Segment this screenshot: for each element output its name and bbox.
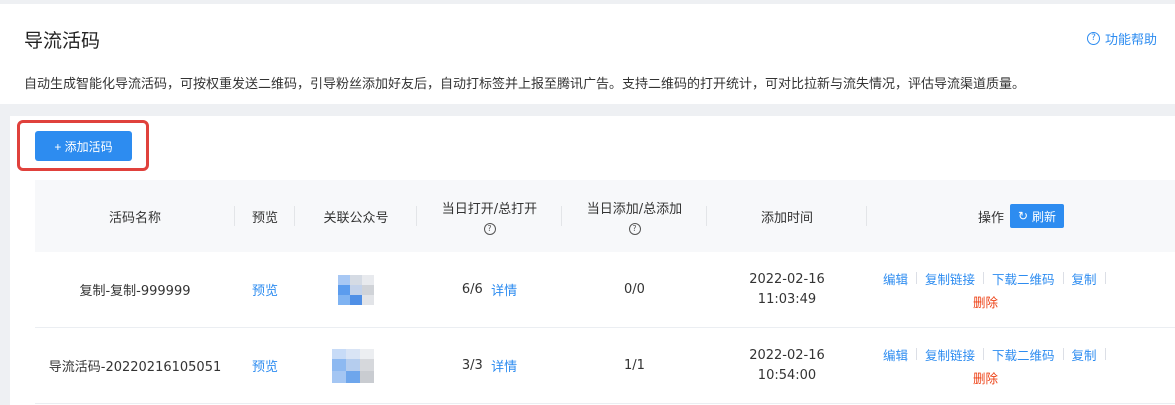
column-header-time: 添加时间 (707, 180, 867, 252)
adds-cell: 1/1 (624, 358, 645, 373)
detail-link[interactable]: 详情 (491, 280, 517, 299)
edit-link[interactable]: 编辑 (875, 345, 916, 364)
column-header-preview: 预览 (235, 180, 295, 252)
download-qr-link[interactable]: 下载二维码 (984, 345, 1063, 364)
code-name: 复制-复制-999999 (79, 284, 191, 299)
delete-link[interactable]: 删除 (973, 368, 998, 387)
download-qr-link[interactable]: 下载二维码 (984, 269, 1063, 288)
help-link[interactable]: ? 功能帮助 (1086, 29, 1157, 48)
delete-link[interactable]: 删除 (973, 292, 998, 311)
column-header-adds: 当日添加/总添加? (562, 180, 707, 252)
main-card: + 添加活码 活码名称 预览 关联公众号 当日打开/总打开? 当日添加/总添加?… (10, 116, 1175, 405)
preview-link[interactable]: 预览 (252, 356, 278, 375)
adds-cell: 0/0 (624, 282, 645, 297)
code-table: 活码名称 预览 关联公众号 当日打开/总打开? 当日添加/总添加? 添加时间 操… (35, 180, 1175, 404)
opens-cell: 3/3 详情 (461, 356, 518, 375)
refresh-button[interactable]: ↻ 刷新 (1009, 204, 1065, 228)
column-header-account: 关联公众号 (295, 180, 417, 252)
copy-code-link[interactable]: 复制 (1064, 269, 1105, 288)
copy-link-link[interactable]: 复制链接 (917, 269, 983, 288)
added-time: 2022-02-16 10:54:00 (749, 347, 825, 383)
header-card: 导流活码 ? 功能帮助 自动生成智能化导流活码，可按权重发送二维码，引导粉丝添加… (0, 4, 1175, 104)
copy-code-link[interactable]: 复制 (1064, 345, 1105, 364)
code-name: 导流活码-20220216105051 (48, 360, 222, 375)
table-header: 活码名称 预览 关联公众号 当日打开/总打开? 当日添加/总添加? 添加时间 操… (35, 180, 1175, 252)
actions-cell: 编辑 复制链接 下载二维码 复制 删除 (867, 328, 1175, 403)
question-circle-icon[interactable]: ? (628, 222, 641, 235)
opens-cell: 6/6 详情 (461, 280, 518, 299)
column-header-opens: 当日打开/总打开? (417, 180, 562, 252)
page-title: 导流活码 (24, 30, 101, 52)
page-description: 自动生成智能化导流活码，可按权重发送二维码，引导粉丝添加好友后，自动打标签并上报… (24, 77, 1026, 92)
edit-link[interactable]: 编辑 (875, 269, 916, 288)
refresh-icon: ↻ (1017, 209, 1029, 223)
account-qr-image (328, 269, 384, 311)
table-row: 复制-复制-999999 预览 6/6 详情 0/0 2022-02-16 11… (35, 252, 1175, 328)
actions-cell: 编辑 复制链接 下载二维码 复制 删除 (867, 252, 1175, 327)
question-circle-icon[interactable]: ? (483, 222, 496, 235)
column-header-actions: 操作 ↻ 刷新 (867, 180, 1175, 252)
add-code-button[interactable]: + 添加活码 (35, 131, 132, 161)
detail-link[interactable]: 详情 (491, 356, 517, 375)
column-header-name: 活码名称 (35, 180, 235, 252)
table-row: 导流活码-20220216105051 预览 3/3 详情 1/1 2022-0… (35, 328, 1175, 404)
copy-link-link[interactable]: 复制链接 (917, 345, 983, 364)
question-circle-icon: ? (1086, 32, 1100, 45)
help-label: 功能帮助 (1104, 33, 1157, 48)
account-qr-image (328, 345, 384, 387)
preview-link[interactable]: 预览 (252, 280, 278, 299)
added-time: 2022-02-16 11:03:49 (749, 271, 825, 307)
